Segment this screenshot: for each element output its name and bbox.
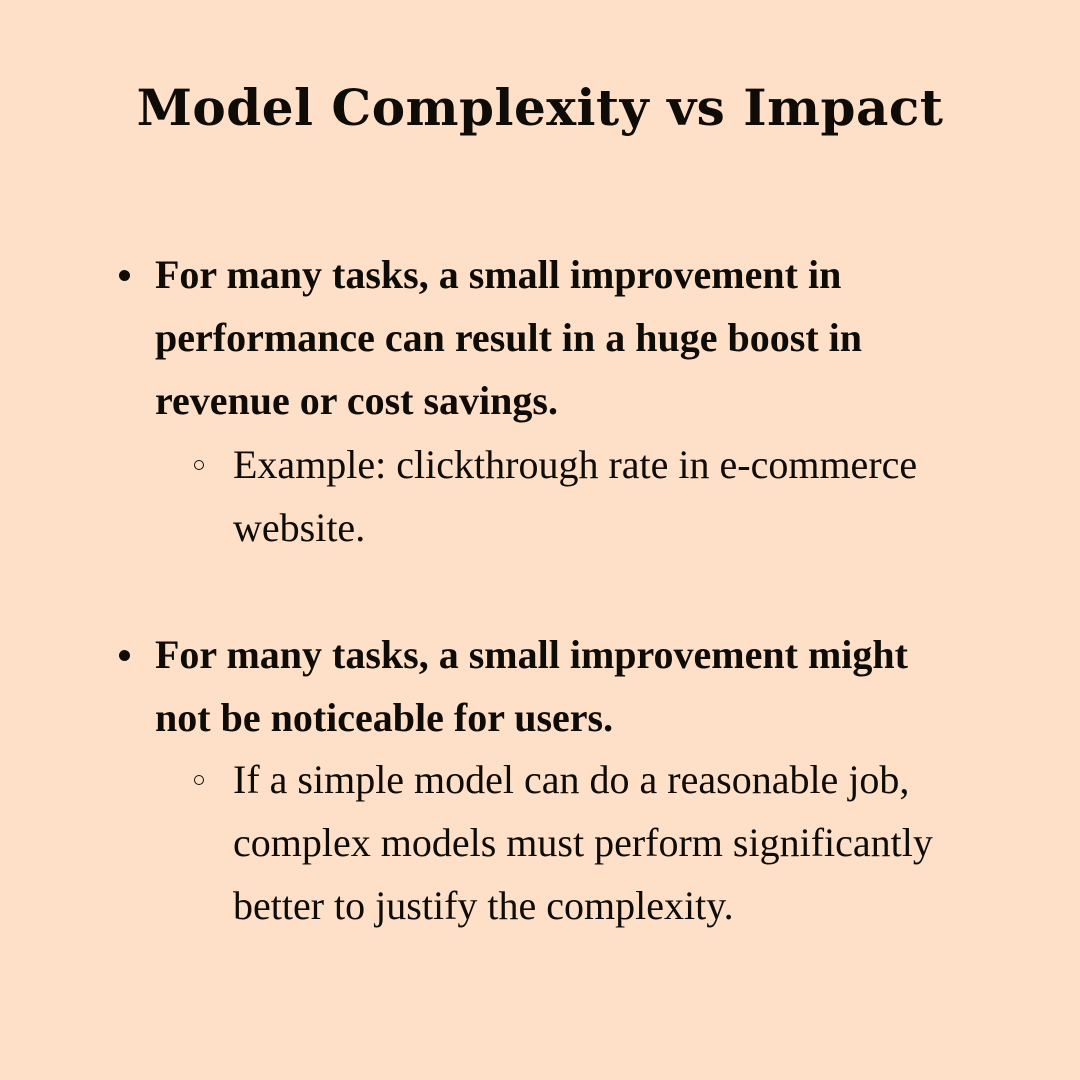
bullet-text: For many tasks, a small improvement migh… bbox=[155, 632, 908, 740]
bullet-disc-icon bbox=[119, 270, 130, 281]
bullet-disc-icon bbox=[119, 650, 130, 661]
sub-bullet-circle-icon bbox=[194, 775, 204, 785]
sub-bullet-circle-icon bbox=[194, 460, 204, 470]
sub-bullet-text: Example: clickthrough rate in e-commerce… bbox=[233, 442, 918, 550]
bullet-text: For many tasks, a small improvement in p… bbox=[155, 252, 863, 423]
sub-bullet-text: If a simple model can do a reasonable jo… bbox=[233, 757, 933, 928]
slide: Model Complexity vs Impact For many task… bbox=[0, 0, 1080, 1080]
page-title: Model Complexity vs Impact bbox=[136, 78, 944, 137]
